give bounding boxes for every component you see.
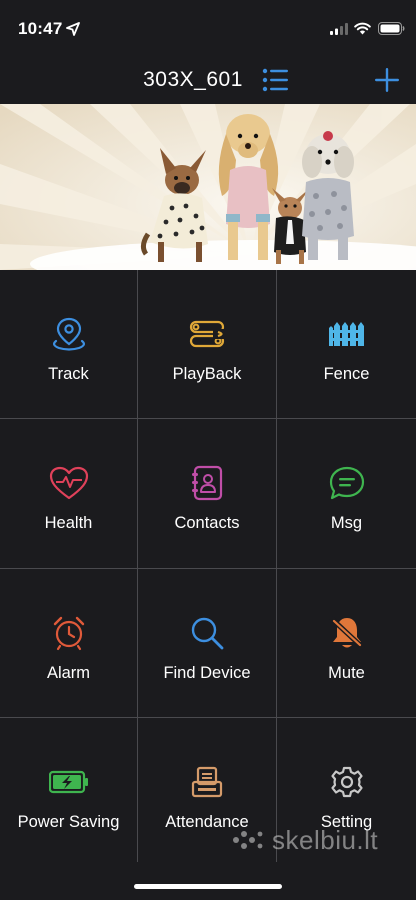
menu-item-playback[interactable]: PlayBack	[138, 270, 277, 419]
menu-item-label: Mute	[328, 664, 365, 682]
menu-item-label: Power Saving	[17, 813, 120, 831]
nav-bar: 303X_601	[0, 54, 416, 104]
heart-pulse-icon	[47, 463, 91, 503]
location-arrow-icon	[66, 22, 80, 36]
menu-item-label: Msg	[330, 514, 363, 532]
menu-item-label: Track	[48, 365, 89, 383]
menu-item-track[interactable]: Track	[0, 270, 138, 419]
fence-icon	[325, 314, 369, 354]
menu-item-fence[interactable]: Fence	[277, 270, 416, 419]
menu-item-msg[interactable]: Msg	[277, 419, 416, 569]
alarm-clock-icon	[47, 613, 91, 653]
route-icon	[185, 314, 229, 354]
menu-item-label: Find Device	[163, 664, 251, 682]
menu-item-health[interactable]: Health	[0, 419, 138, 569]
dogs-banner-image	[0, 104, 416, 270]
contacts-book-icon	[185, 463, 229, 503]
menu-item-label: Fence	[323, 365, 370, 383]
cellular-signal-icon	[330, 23, 348, 35]
home-indicator[interactable]	[134, 884, 282, 889]
menu-item-label: Contacts	[174, 514, 240, 532]
function-grid: Track PlayBack Fence Health Contacts Msg…	[0, 270, 416, 862]
menu-item-label: Health	[44, 514, 93, 532]
chat-bubble-icon	[325, 463, 369, 503]
watermark-dots-icon	[233, 831, 263, 849]
plus-icon[interactable]	[374, 67, 400, 93]
device-title: 303X_601	[143, 68, 243, 91]
bell-mute-icon	[325, 613, 369, 653]
magnifier-icon	[185, 613, 229, 653]
list-icon[interactable]	[262, 68, 288, 92]
wifi-icon	[354, 22, 371, 35]
status-time: 10:47	[18, 19, 63, 38]
menu-item-contacts[interactable]: Contacts	[138, 419, 277, 569]
menu-item-label: PlayBack	[172, 365, 242, 383]
menu-item-label: Alarm	[46, 664, 91, 682]
watermark-text: skelbiu.lt	[272, 824, 379, 855]
battery-charging-icon	[47, 762, 91, 802]
battery-icon	[378, 22, 405, 35]
status-bar: 10:47	[0, 0, 416, 54]
attendance-machine-icon	[185, 762, 229, 802]
menu-item-alarm[interactable]: Alarm	[0, 569, 138, 718]
menu-item-power-saving[interactable]: Power Saving	[0, 718, 138, 862]
watermark: skelbiu.lt	[232, 824, 378, 856]
menu-item-find-device[interactable]: Find Device	[138, 569, 277, 718]
menu-item-mute[interactable]: Mute	[277, 569, 416, 718]
location-pin-icon	[47, 314, 91, 354]
gear-icon	[325, 762, 369, 802]
